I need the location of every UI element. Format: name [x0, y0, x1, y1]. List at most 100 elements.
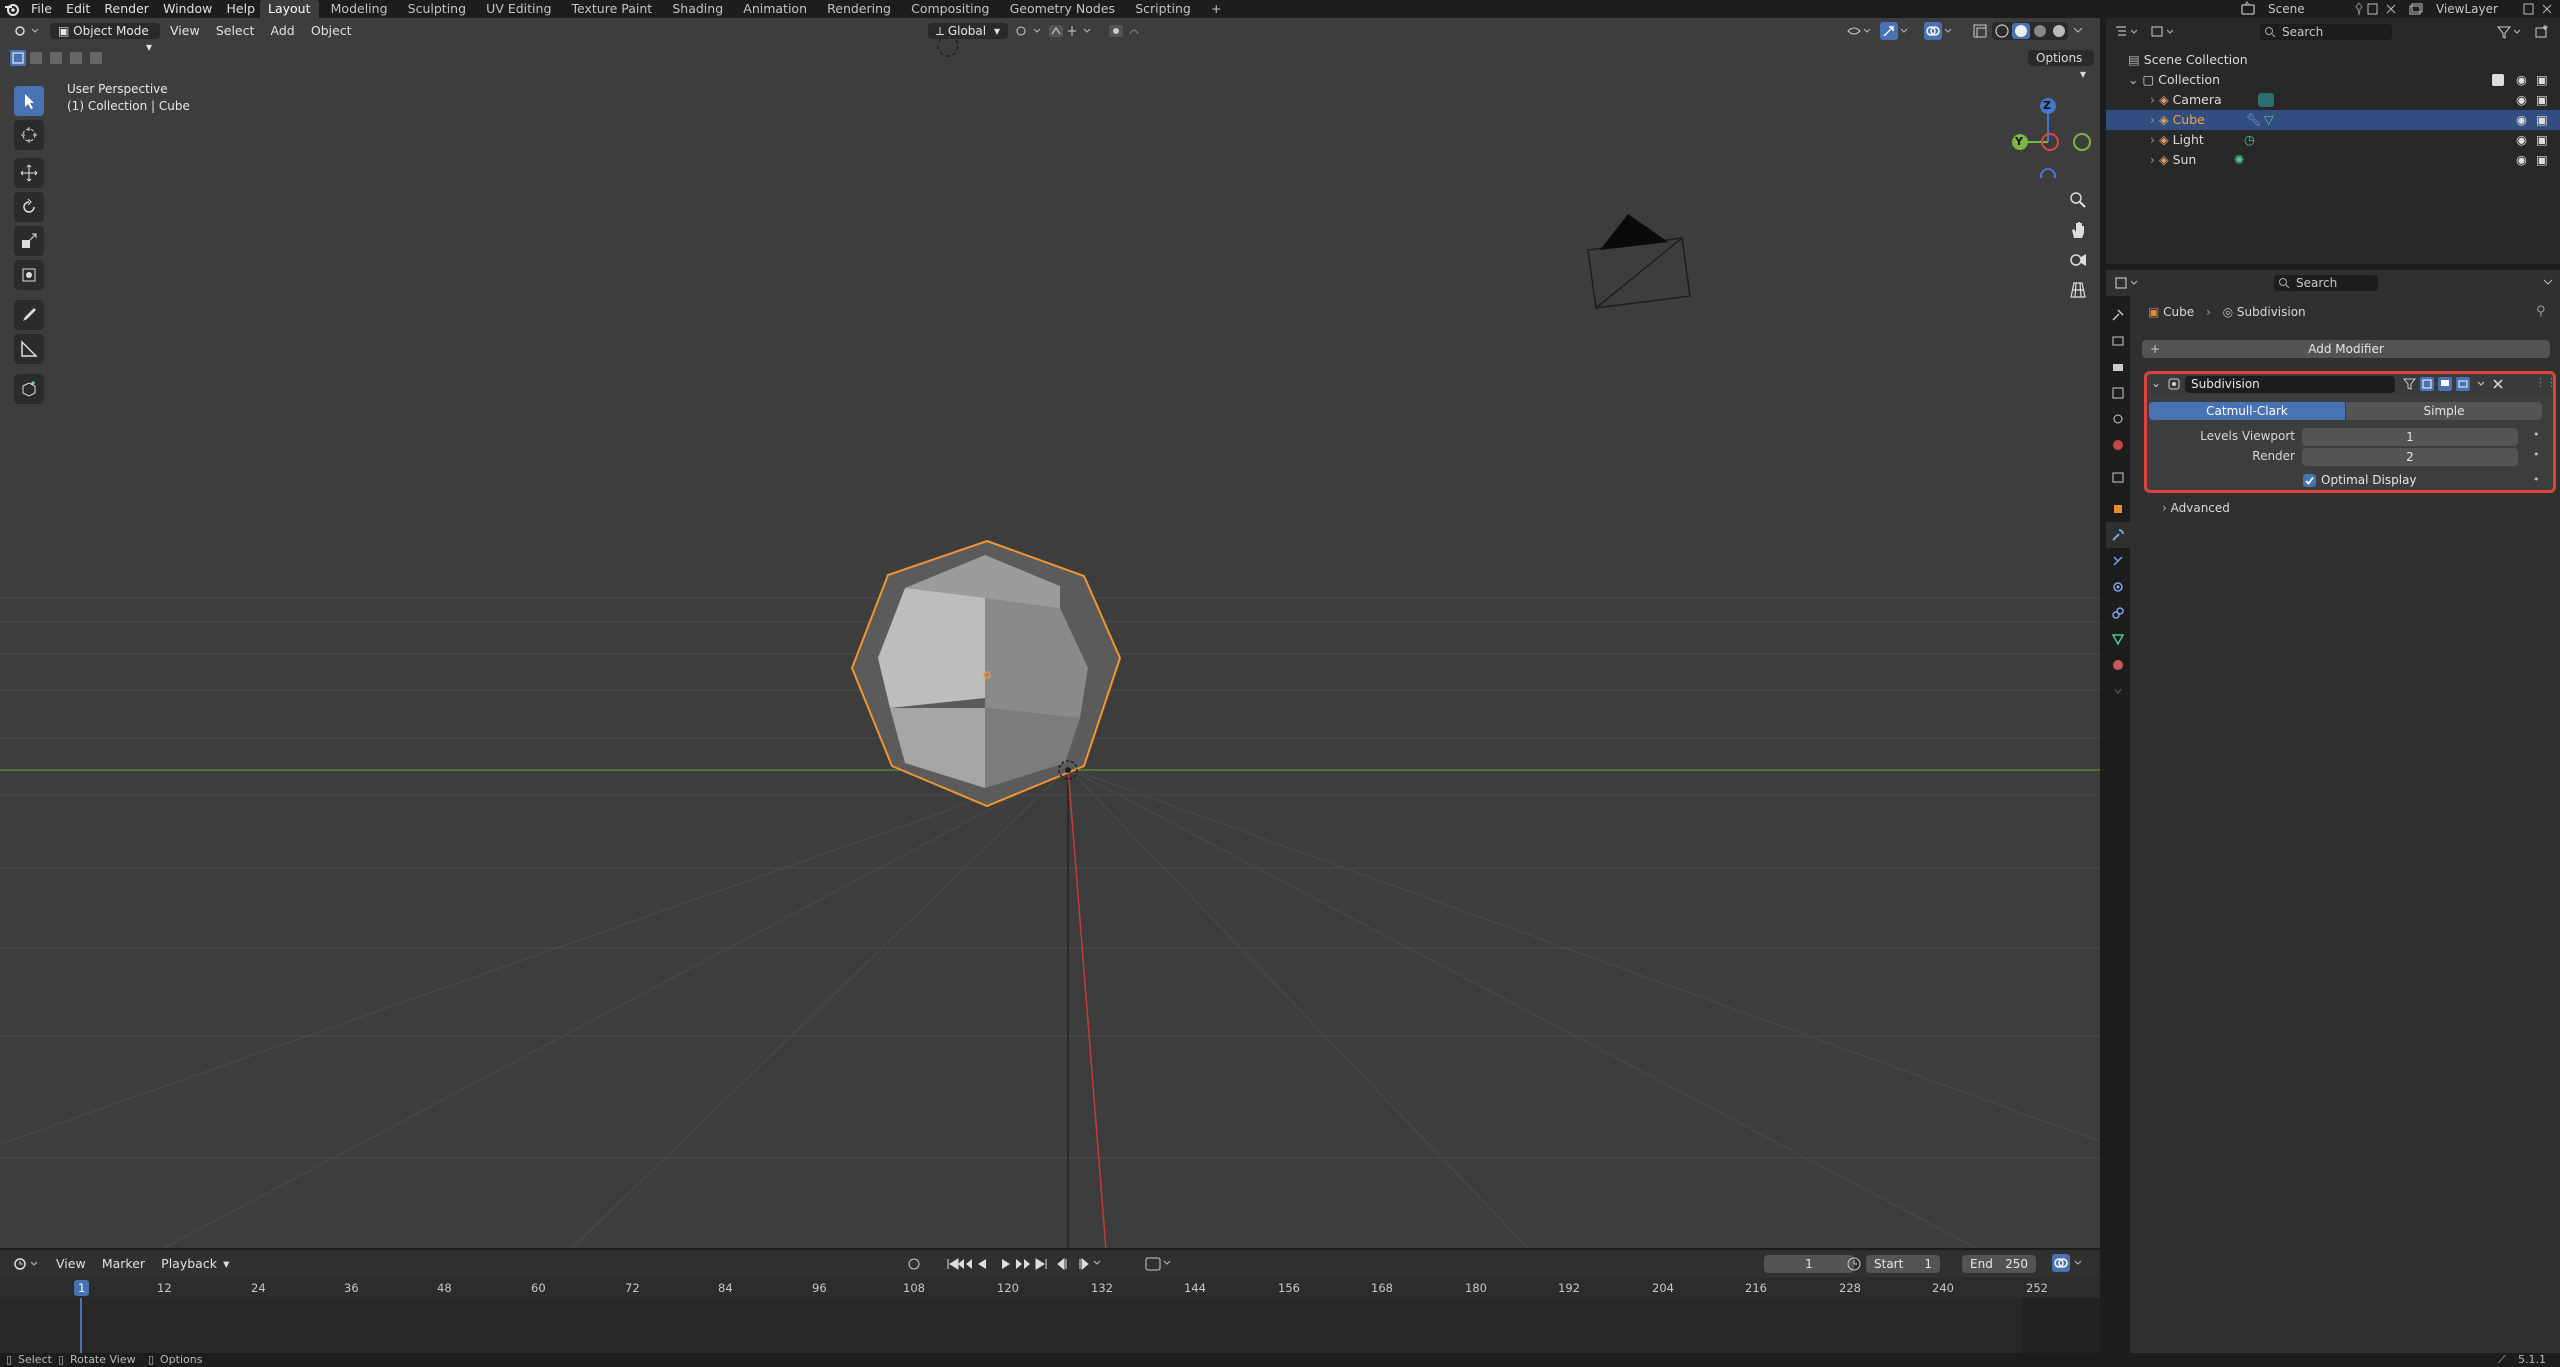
tab-shading[interactable]: Shading: [664, 0, 731, 18]
tab-modeling[interactable]: Modeling: [323, 0, 396, 18]
3d-viewport[interactable]: ▣ Object Mode ▾ View Select Add Object ⟂ …: [0, 18, 2100, 1250]
eye-icon[interactable]: ◉: [2516, 150, 2527, 170]
tab-layout[interactable]: Layout: [260, 0, 319, 18]
pin-icon[interactable]: ⚲: [2536, 304, 2546, 319]
properties-editor[interactable]: Search ▣ Cube › ◎ Subdivision ⚲ + Add Mo…: [2106, 270, 2560, 1353]
measure-tool[interactable]: [14, 334, 44, 364]
filter-icon[interactable]: [2496, 24, 2524, 40]
collection-tab-icon[interactable]: [2106, 464, 2130, 490]
selection-mode-icons[interactable]: [10, 50, 106, 66]
annotate-tool[interactable]: [14, 300, 44, 330]
end-frame-field[interactable]: End 250: [1962, 1255, 2036, 1273]
advanced-subpanel[interactable]: › Advanced: [2162, 501, 2230, 515]
outliner-item-sun[interactable]: › ◈ Sun ✺ ◉ ▣: [2106, 150, 2560, 170]
keyframe-dot-icon[interactable]: •: [2533, 428, 2540, 441]
viewport-menu-select[interactable]: Select: [210, 18, 261, 44]
blender-logo-icon[interactable]: [4, 1, 20, 17]
optimal-display-label[interactable]: Optimal Display: [2321, 473, 2417, 487]
tab-animation[interactable]: Animation: [735, 0, 815, 18]
exclude-checkbox[interactable]: [2492, 74, 2504, 86]
viewport-menu-add[interactable]: Add: [265, 18, 301, 44]
modifier-name-field[interactable]: Subdivision: [2185, 376, 2395, 393]
sun-data-icon[interactable]: ✺: [2234, 150, 2244, 170]
outliner-editor-type-icon[interactable]: [2114, 24, 2142, 40]
visibility-dropdown-icon[interactable]: [1846, 24, 1876, 38]
modifier-tab-icon[interactable]: [2106, 522, 2130, 548]
menu-edit[interactable]: Edit: [61, 0, 95, 18]
light-data-icon[interactable]: ◷: [2244, 130, 2255, 150]
zoom-icon[interactable]: [2068, 190, 2088, 210]
simple-button[interactable]: Simple: [2346, 402, 2542, 420]
timeline-overlay-icon[interactable]: [2052, 1254, 2086, 1272]
delete-scene-icon[interactable]: [2384, 1, 2398, 17]
move-tool[interactable]: [14, 158, 44, 188]
eye-icon[interactable]: ◉: [2516, 130, 2527, 150]
chevron-right-icon[interactable]: ›: [2150, 112, 2159, 127]
render-camera-icon[interactable]: ▣: [2536, 90, 2548, 110]
material-tab-icon[interactable]: [2106, 652, 2130, 678]
timeline-menu-view[interactable]: View: [50, 1251, 92, 1277]
options-dropdown[interactable]: Options ▾: [2028, 50, 2094, 81]
scale-tool[interactable]: [14, 226, 44, 256]
outliner-scene-collection[interactable]: ▤ Scene Collection: [2106, 50, 2560, 70]
delete-view-layer-icon[interactable]: [2540, 1, 2554, 17]
output-tab-icon[interactable]: [2106, 354, 2130, 380]
tab-scripting[interactable]: Scripting: [1127, 0, 1199, 18]
select-box-tool[interactable]: [14, 86, 44, 116]
new-view-layer-icon[interactable]: [2522, 1, 2536, 17]
scene-name-field[interactable]: Scene: [2260, 1, 2350, 17]
gizmo-toggle-icon[interactable]: [1880, 22, 1910, 40]
tab-geometry-nodes[interactable]: Geometry Nodes: [1002, 0, 1123, 18]
physics-tab-icon[interactable]: [2106, 574, 2130, 600]
outliner[interactable]: Search ▤ Scene Collection ⌄ ▢ Collection…: [2106, 18, 2560, 264]
render-camera-icon[interactable]: ▣: [2536, 110, 2548, 130]
view-layer-tab-icon[interactable]: [2106, 380, 2130, 406]
editor-type-icon[interactable]: [12, 23, 40, 39]
outliner-search-input[interactable]: Search: [2260, 24, 2392, 40]
eye-icon[interactable]: ◉: [2516, 90, 2527, 110]
timeline-editor-type-icon[interactable]: [12, 1256, 40, 1272]
eye-icon[interactable]: ◉: [2516, 70, 2527, 90]
tab-uv-editing[interactable]: UV Editing: [478, 0, 559, 18]
texture-tab-icon[interactable]: [2106, 678, 2130, 704]
chevron-down-icon[interactable]: ⌄: [2128, 72, 2142, 87]
mesh-data-icon[interactable]: ▽: [2264, 110, 2274, 130]
render-camera-icon[interactable]: ▣: [2536, 70, 2548, 90]
current-frame-field[interactable]: 1: [1764, 1255, 1854, 1273]
menu-help[interactable]: Help: [222, 0, 261, 18]
menu-render[interactable]: Render: [99, 0, 154, 18]
transform-tool[interactable]: [14, 260, 44, 290]
properties-editor-type-icon[interactable]: [2114, 275, 2142, 291]
tab-compositing[interactable]: Compositing: [903, 0, 997, 18]
snap-icon[interactable]: [1048, 24, 1108, 38]
area-separator[interactable]: [2100, 18, 2106, 1353]
display-mode-icon[interactable]: [2150, 24, 2178, 40]
transform-orientation-dropdown[interactable]: ⟂ Global ▾: [928, 23, 1008, 39]
data-tab-icon[interactable]: [2106, 626, 2130, 652]
chevron-right-icon[interactable]: ›: [2150, 92, 2159, 107]
keyframe-dot-icon[interactable]: •: [2533, 473, 2540, 486]
keyframe-dot-icon[interactable]: •: [2533, 448, 2540, 461]
render-camera-icon[interactable]: ▣: [2536, 150, 2548, 170]
viewport-menu-object[interactable]: Object: [305, 18, 358, 44]
world-tab-icon[interactable]: [2106, 432, 2130, 458]
wrench-icon[interactable]: 🔧︎: [2246, 110, 2262, 130]
render-levels-field[interactable]: 2: [2302, 448, 2518, 466]
scene-icon[interactable]: [2240, 1, 2256, 17]
timeline-menu-playback[interactable]: Playback: [155, 1251, 223, 1277]
clock-icon[interactable]: [1846, 1256, 1862, 1272]
optimal-display-checkbox[interactable]: [2303, 474, 2316, 487]
render-tab-icon[interactable]: [2106, 328, 2130, 354]
add-modifier-button[interactable]: + Add Modifier: [2142, 340, 2550, 358]
pin-icon[interactable]: [2352, 1, 2366, 17]
overlays-toggle-icon[interactable]: [1924, 22, 1954, 40]
outliner-item-cube[interactable]: › ◈ Cube 🔧︎ ▽ ◉ ▣: [2106, 110, 2560, 130]
tab-rendering[interactable]: Rendering: [819, 0, 899, 18]
particles-tab-icon[interactable]: [2106, 548, 2130, 574]
collapse-chevron-icon[interactable]: ⌄: [2151, 376, 2161, 390]
timeline-menu-marker[interactable]: Marker: [96, 1251, 151, 1277]
outliner-item-light[interactable]: › ◈ Light ◷ ◉ ▣: [2106, 130, 2560, 150]
timeline[interactable]: View Marker Playback ▾ 1 Start 1 End 250 1…: [0, 1250, 2100, 1353]
new-scene-icon[interactable]: [2366, 1, 2380, 17]
camera-data-icon[interactable]: [2258, 93, 2274, 107]
